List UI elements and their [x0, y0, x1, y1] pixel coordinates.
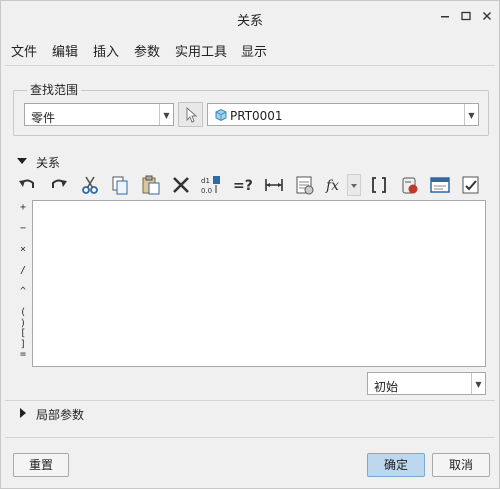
reset-button[interactable]: 重置: [13, 453, 69, 477]
section-divider: [5, 400, 495, 401]
menu-divider: [5, 65, 495, 66]
window-title: 关系: [236, 14, 263, 29]
expand-triangle-icon[interactable]: [20, 408, 26, 418]
menu-insert[interactable]: 插入: [93, 41, 119, 60]
close-icon: [483, 12, 491, 20]
initial-state-select[interactable]: 初始 ▼: [367, 372, 486, 395]
operator-divide[interactable]: /: [15, 265, 31, 276]
show-dimension-button[interactable]: [263, 174, 285, 196]
cancel-button[interactable]: 取消: [432, 453, 490, 477]
object-type-value: 零件: [31, 111, 56, 125]
minimize-button[interactable]: [435, 7, 455, 29]
paste-icon: [142, 175, 160, 195]
svg-text:d1: d1: [201, 177, 210, 185]
svg-text:0.0: 0.0: [201, 187, 212, 195]
minimize-icon: [441, 16, 449, 18]
title-bar: 关系: [1, 1, 499, 35]
chevron-down-icon: ▼: [464, 104, 478, 125]
operator-power[interactable]: ^: [15, 286, 31, 297]
svg-text:=?: =?: [233, 178, 253, 194]
maximize-icon: [461, 11, 471, 21]
delete-button[interactable]: [170, 174, 192, 196]
cut-button[interactable]: [79, 174, 101, 196]
units-icon: [402, 177, 418, 194]
maximize-button[interactable]: [456, 7, 476, 29]
sort-relations-button[interactable]: d1 0.0: [200, 174, 222, 196]
object-type-select[interactable]: 零件 ▼: [24, 103, 174, 126]
menu-file[interactable]: 文件: [11, 41, 37, 60]
local-params-section-label[interactable]: 局部参数: [36, 406, 84, 423]
menu-utilities[interactable]: 实用工具: [175, 41, 227, 60]
select-object-button[interactable]: [178, 102, 203, 127]
operator-plus[interactable]: +: [15, 202, 31, 213]
dimension-icon: [265, 179, 283, 191]
close-button[interactable]: [477, 7, 497, 29]
clipboard-check-icon: [296, 176, 314, 195]
evaluate-button[interactable]: =?: [232, 174, 254, 196]
function-dropdown[interactable]: [347, 174, 361, 196]
undo-button[interactable]: [16, 174, 38, 196]
collapse-triangle-icon[interactable]: [17, 158, 27, 164]
relations-dialog: 关系 文件 编辑 插入 参数 实用工具 显示 查找范围 零件 ▼ PRT0001…: [0, 0, 500, 489]
relations-section-label[interactable]: 关系: [36, 154, 60, 171]
chevron-down-icon: [351, 184, 357, 188]
menu-display[interactable]: 显示: [241, 41, 267, 60]
menu-edit[interactable]: 编辑: [52, 41, 78, 60]
model-select[interactable]: PRT0001 ▼: [207, 103, 479, 126]
operator-brackets[interactable]: [ ]: [15, 328, 31, 350]
verify-relations-button[interactable]: [294, 174, 316, 196]
sort-icon: d10.0: [201, 176, 220, 195]
ok-button[interactable]: 确定: [367, 453, 425, 477]
model-value: PRT0001: [230, 109, 283, 123]
operator-equals[interactable]: =: [15, 349, 31, 360]
redo-button[interactable]: [48, 174, 70, 196]
delete-x-icon: [173, 177, 189, 193]
window-icon: [430, 177, 450, 193]
part-icon: [215, 108, 227, 122]
copy-icon: [112, 176, 128, 195]
operator-multiply[interactable]: ×: [15, 244, 31, 255]
units-button[interactable]: [398, 174, 420, 196]
relations-editor[interactable]: [32, 200, 486, 367]
menu-bar: 文件 编辑 插入 参数 实用工具 显示: [1, 37, 499, 61]
copy-button[interactable]: [109, 174, 131, 196]
paste-button[interactable]: [140, 174, 162, 196]
checklist-icon: [462, 176, 479, 194]
equals-question-icon: =?: [233, 178, 253, 194]
initial-state-value: 初始: [374, 380, 399, 394]
insert-function-button[interactable]: fx: [324, 174, 346, 196]
chevron-down-icon: ▼: [159, 104, 173, 125]
brackets-button[interactable]: [368, 174, 390, 196]
svg-text:fx: fx: [325, 178, 339, 194]
display-window-button[interactable]: [429, 174, 451, 196]
menu-parameters[interactable]: 参数: [134, 41, 160, 60]
chevron-down-icon: ▼: [471, 373, 485, 394]
operator-minus[interactable]: −: [15, 223, 31, 234]
redo-icon: [52, 179, 67, 188]
footer-divider: [5, 437, 495, 438]
brackets-icon: [372, 177, 386, 193]
scissors-icon: [82, 176, 98, 194]
verify-button[interactable]: [460, 174, 482, 196]
function-fx-icon: fx: [325, 178, 339, 194]
cursor-arrow-icon: [186, 106, 198, 123]
scope-group-label: 查找范围: [27, 81, 82, 98]
operator-parentheses[interactable]: ( ): [15, 307, 31, 329]
undo-icon: [19, 179, 34, 188]
